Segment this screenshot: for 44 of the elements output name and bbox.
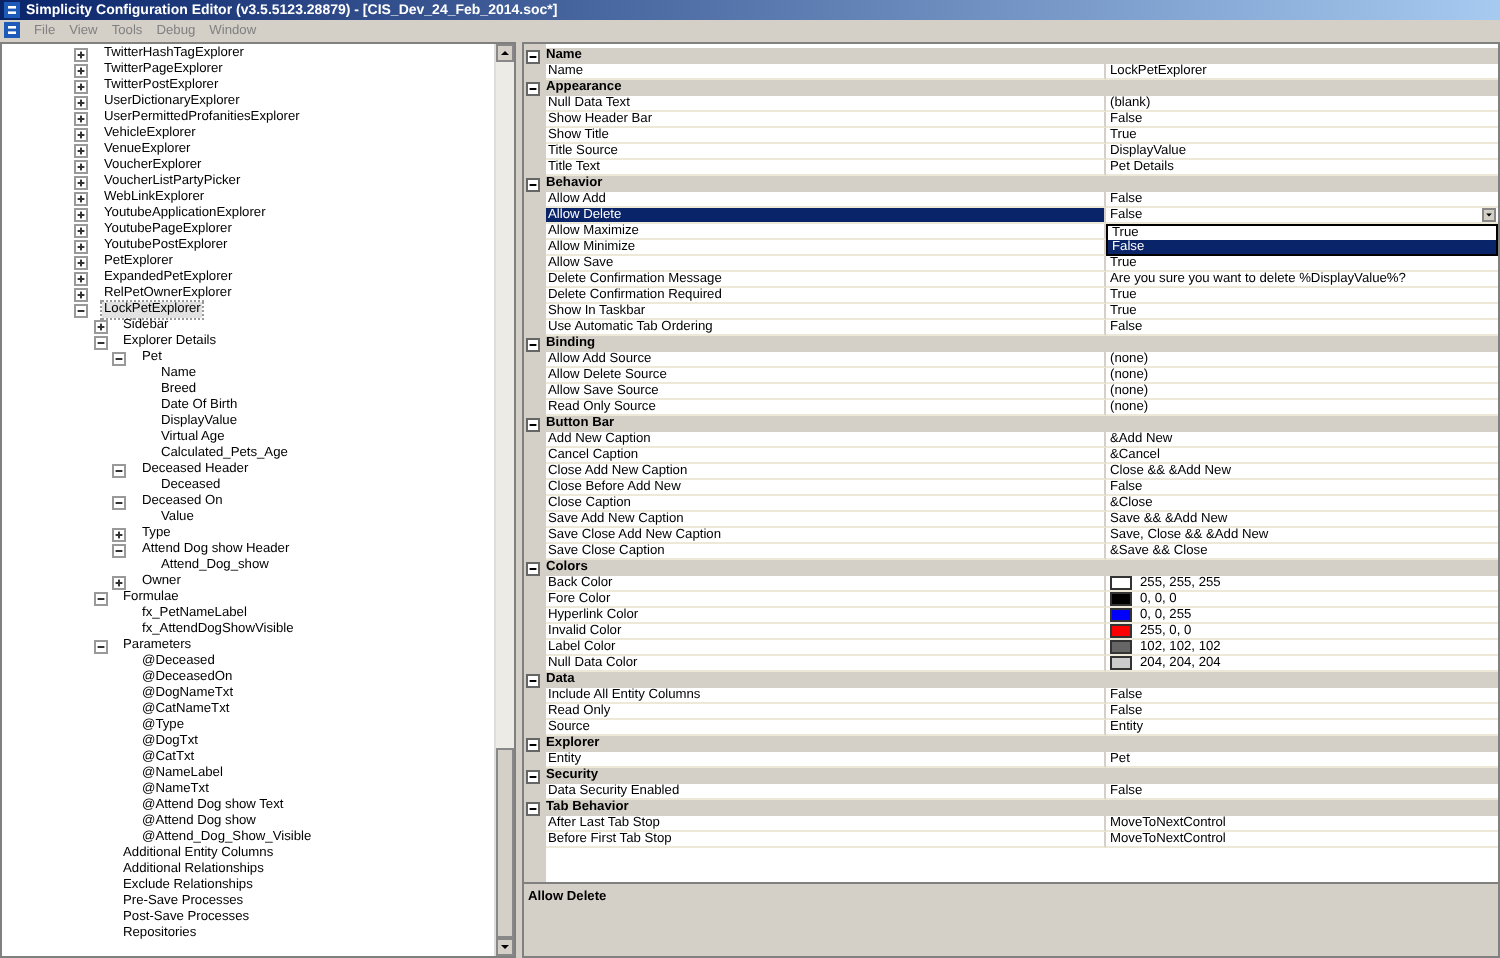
minus-box-icon[interactable] [93,335,107,349]
minus-box-icon[interactable] [112,495,126,509]
plus-box-icon[interactable] [74,79,88,93]
plus-box-icon[interactable] [112,527,126,541]
scroll-up-icon[interactable] [496,44,514,62]
plus-box-icon[interactable] [93,319,107,333]
plus-box-icon[interactable] [74,159,88,173]
plus-box-icon[interactable] [74,95,88,109]
minus-box-icon[interactable] [526,337,540,351]
plus-box-icon[interactable] [74,255,88,269]
minus-box-icon[interactable] [526,561,540,575]
dropdown-button[interactable] [1482,208,1496,222]
plus-box-icon[interactable] [74,287,88,301]
plus-box-icon[interactable] [74,191,88,205]
plus-box-icon[interactable] [74,239,88,253]
minus-box-icon[interactable] [526,801,540,815]
minus-box-icon[interactable] [526,177,540,191]
minus-box-icon[interactable] [112,351,126,365]
plus-box-icon[interactable] [74,175,88,189]
plus-box-icon[interactable] [74,223,88,237]
minus-box-icon[interactable] [93,591,107,605]
scrollbar[interactable] [494,44,514,956]
app-icon [4,2,20,18]
minus-box-icon[interactable] [526,417,540,431]
plus-box-icon[interactable] [74,127,88,141]
plus-box-icon[interactable] [74,111,88,125]
plus-box-icon[interactable] [74,207,88,221]
minus-box-icon[interactable] [74,303,88,317]
plus-box-icon[interactable] [74,47,88,61]
plus-box-icon[interactable] [74,63,88,77]
minus-box-icon[interactable] [526,769,540,783]
minus-box-icon[interactable] [526,737,540,751]
scroll-down-icon[interactable] [496,938,514,956]
plus-box-icon[interactable] [74,271,88,285]
minus-box-icon[interactable] [526,81,540,95]
minus-box-icon[interactable] [112,463,126,477]
minus-box-icon[interactable] [526,673,540,687]
minus-box-icon[interactable] [112,543,126,557]
plus-box-icon[interactable] [74,143,88,157]
plus-box-icon[interactable] [112,575,126,589]
app-icon[interactable] [4,22,20,38]
minus-box-icon[interactable] [93,639,107,653]
minus-box-icon[interactable] [526,49,540,63]
scrollbar-thumb[interactable] [496,748,514,938]
